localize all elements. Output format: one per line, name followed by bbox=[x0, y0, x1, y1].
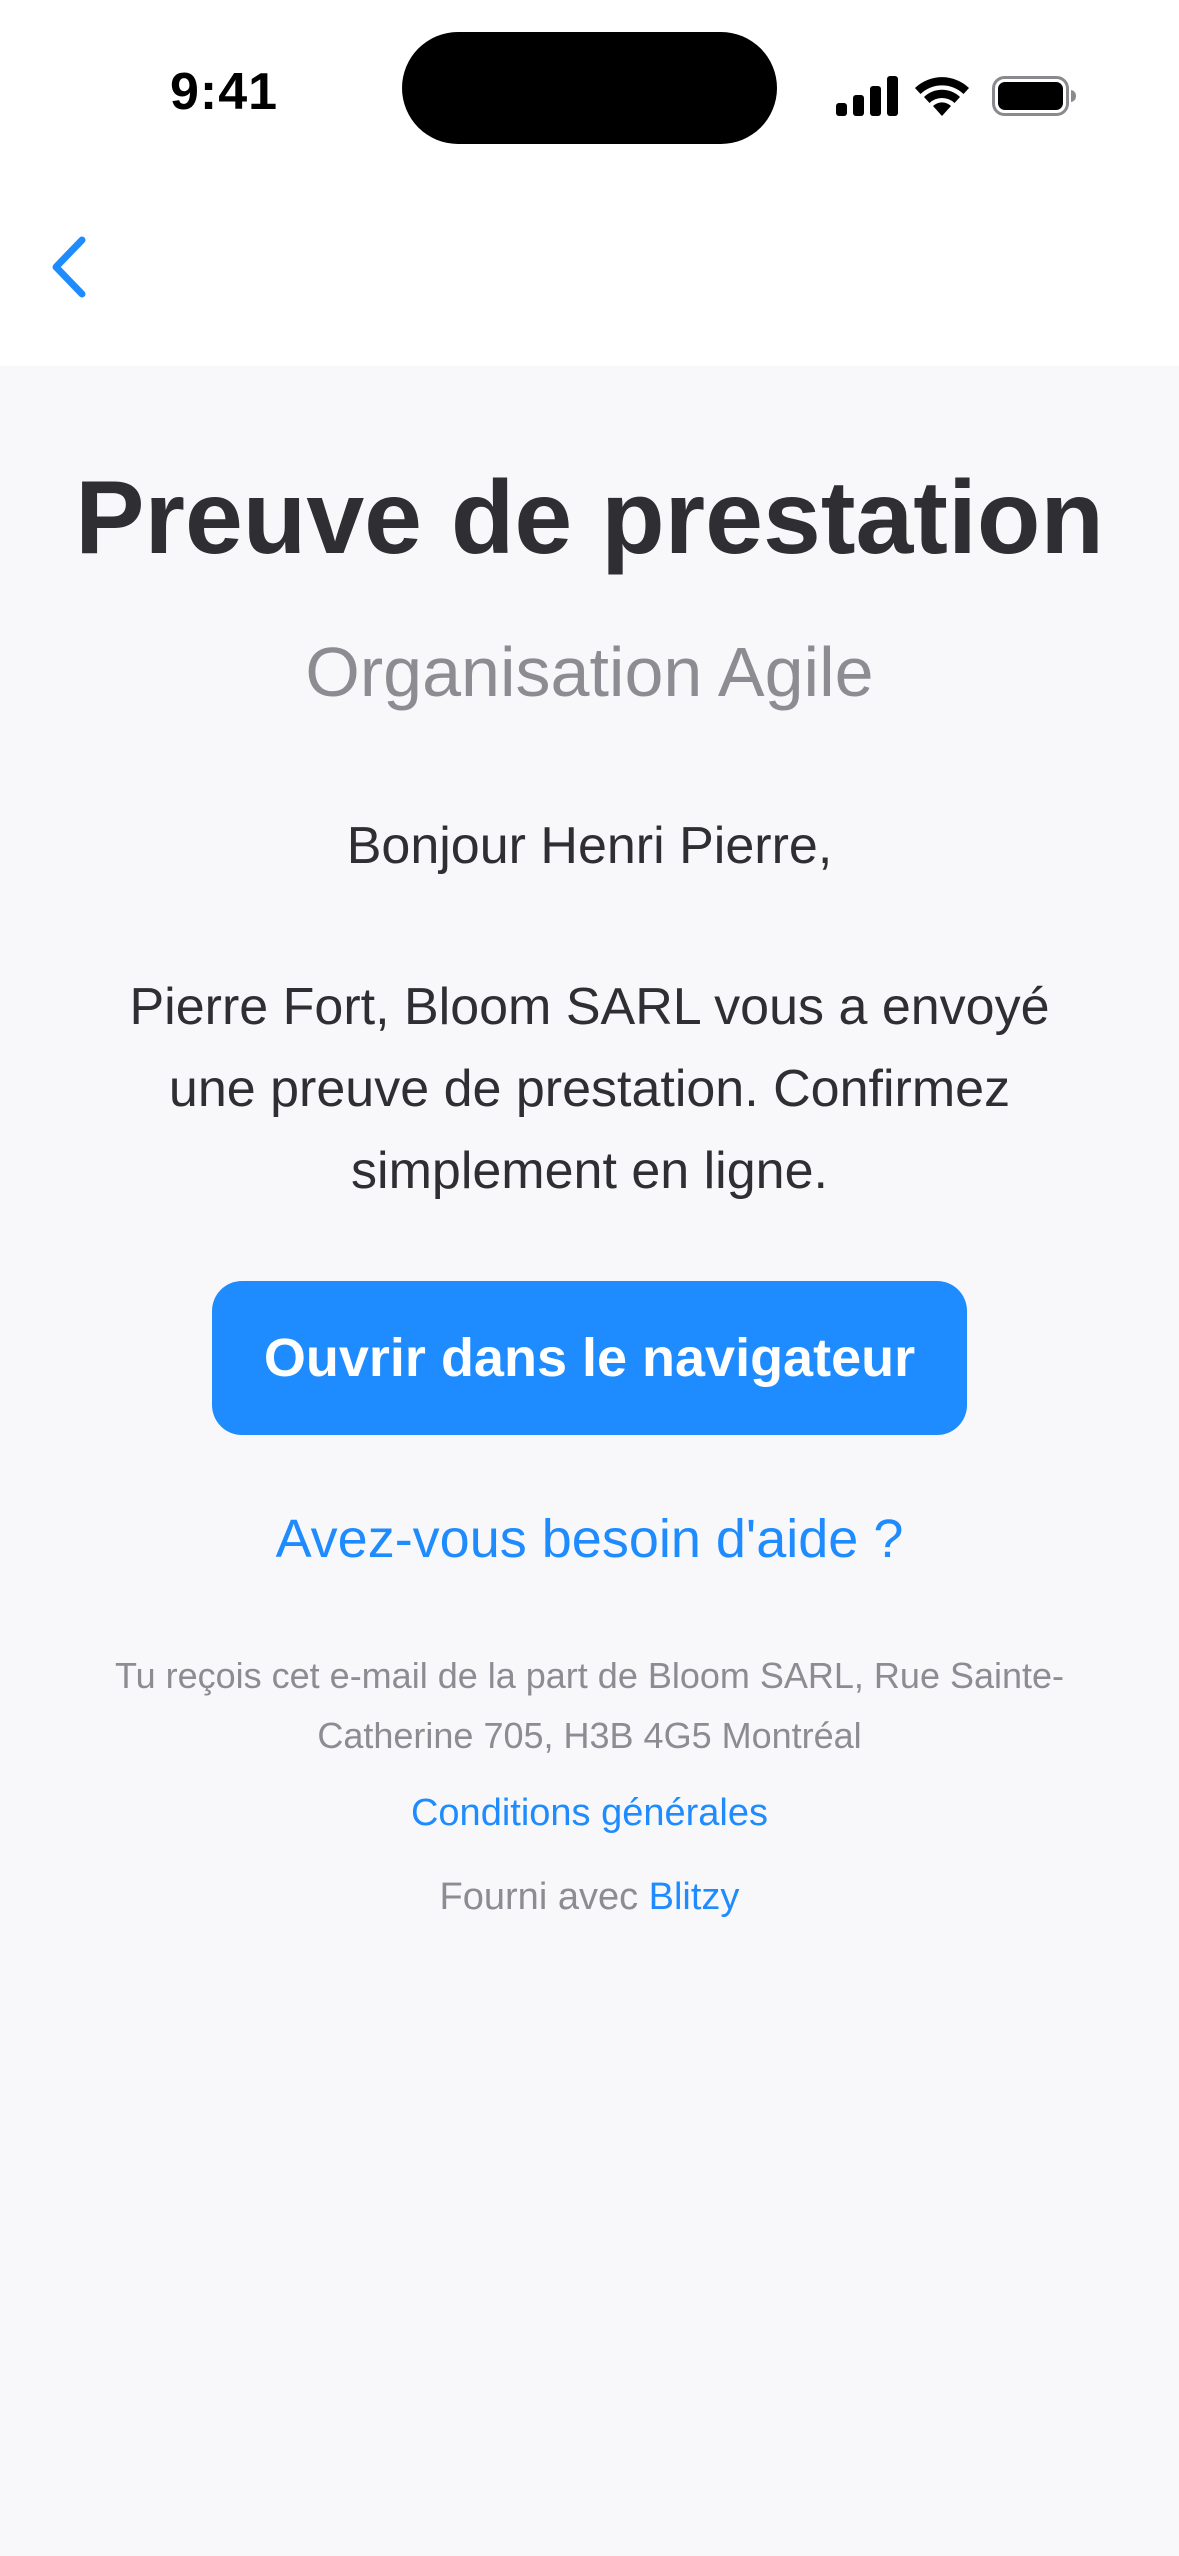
terms-row: Conditions générales bbox=[0, 1788, 1179, 1838]
status-bar: 9:41 bbox=[0, 0, 1179, 190]
powered-by: Fourni avec Blitzy bbox=[0, 1872, 1179, 1922]
top-bar: 9:41 bbox=[0, 0, 1179, 366]
wifi-icon bbox=[915, 77, 969, 116]
powered-prefix: Fourni avec bbox=[439, 1876, 649, 1918]
terms-link[interactable]: Conditions générales bbox=[411, 1792, 768, 1834]
message-text: Pierre Fort, Bloom SARL vous a envoyé un… bbox=[129, 978, 1050, 1200]
page-title: Preuve de prestation bbox=[75, 460, 1104, 576]
battery-icon bbox=[992, 76, 1076, 116]
signal-icon bbox=[836, 76, 898, 116]
open-in-browser-button[interactable]: Ouvrir dans le navigateur bbox=[212, 1281, 967, 1435]
sender-info: Tu reçois cet e-mail de la part de Bloom… bbox=[114, 1655, 1065, 1756]
organisation-name: Organisation Agile bbox=[305, 633, 874, 711]
greeting-text: Bonjour Henri Pierre, bbox=[346, 817, 833, 875]
status-time: 9:41 bbox=[170, 63, 279, 121]
chevron-left-icon[interactable] bbox=[44, 232, 94, 302]
blitzy-link[interactable]: Blitzy bbox=[649, 1876, 740, 1918]
dynamic-island bbox=[402, 32, 777, 144]
help-link[interactable]: Avez-vous besoin d'aide ? bbox=[0, 1506, 1179, 1572]
